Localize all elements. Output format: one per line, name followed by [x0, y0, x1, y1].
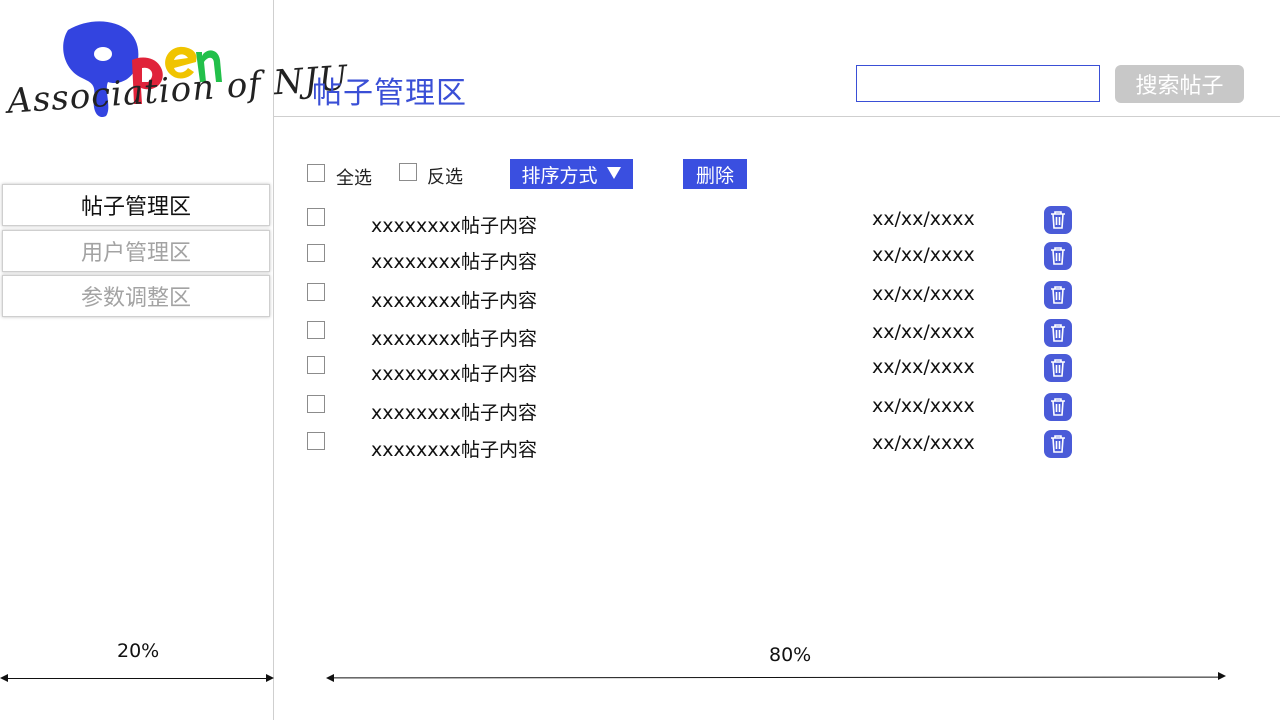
post-date: xx/xx/xxxx [872, 244, 975, 266]
post-date: xx/xx/xxxx [872, 283, 975, 305]
sort-label: 排序方式 [521, 164, 598, 187]
post-checkbox[interactable] [307, 244, 325, 262]
select-all-checkbox[interactable] [307, 164, 325, 182]
delete-button[interactable]: 删除 [683, 159, 747, 189]
post-date: xx/xx/xxxx [872, 432, 975, 454]
sidebar-item-label: 参数调整区 [80, 286, 191, 311]
invert-select-label: 反选 [427, 167, 463, 188]
post-content: xxxxxxxx帖子内容 [371, 402, 537, 424]
sidebar-width-label: 20% [117, 640, 160, 662]
trash-icon[interactable] [1044, 319, 1072, 347]
post-content: xxxxxxxx帖子内容 [371, 439, 537, 461]
header-divider [274, 116, 1280, 117]
sidebar-item-posts[interactable]: 帖子管理区 [2, 184, 270, 226]
post-row: xxxxxxxx帖子内容 xx/xx/xxxx [300, 242, 1100, 276]
sidebar-item-label: 用户管理区 [80, 241, 191, 266]
post-content: xxxxxxxx帖子内容 [371, 251, 537, 273]
sidebar-width-line [6, 678, 268, 679]
main-width-label: 80% [769, 644, 812, 666]
post-row: xxxxxxxx帖子内容 xx/xx/xxxx [300, 393, 1100, 427]
post-row: xxxxxxxx帖子内容 xx/xx/xxxx [300, 206, 1100, 240]
post-checkbox[interactable] [307, 208, 325, 226]
post-date: xx/xx/xxxx [872, 356, 975, 378]
post-row: xxxxxxxx帖子内容 xx/xx/xxxx [300, 281, 1100, 315]
post-content: xxxxxxxx帖子内容 [371, 215, 537, 237]
trash-icon[interactable] [1044, 281, 1072, 309]
post-checkbox[interactable] [307, 395, 325, 413]
page-title: 帖子管理区 [312, 76, 467, 111]
trash-icon[interactable] [1044, 354, 1072, 382]
sidebar-divider [273, 0, 274, 720]
main-width-line [331, 676, 1221, 679]
sidebar-item-label: 帖子管理区 [80, 195, 191, 220]
post-checkbox[interactable] [307, 283, 325, 301]
arrow-right-icon [266, 674, 274, 682]
search-button[interactable]: 搜索帖子 [1115, 65, 1244, 103]
post-checkbox[interactable] [307, 356, 325, 374]
sort-dropdown[interactable]: 排序方式 [510, 159, 633, 189]
search-input[interactable] [856, 65, 1100, 102]
invert-select-checkbox[interactable] [399, 163, 417, 181]
post-row: xxxxxxxx帖子内容 xx/xx/xxxx [300, 354, 1100, 388]
post-row: xxxxxxxx帖子内容 xx/xx/xxxx [300, 319, 1100, 353]
post-date: xx/xx/xxxx [872, 208, 975, 230]
post-date: xx/xx/xxxx [872, 321, 975, 343]
sidebar-item-params[interactable]: 参数调整区 [2, 275, 270, 317]
select-all-label: 全选 [336, 168, 372, 189]
caret-down-icon [606, 163, 622, 185]
post-date: xx/xx/xxxx [872, 395, 975, 417]
trash-icon[interactable] [1044, 393, 1072, 421]
post-row: xxxxxxxx帖子内容 xx/xx/xxxx [300, 430, 1100, 464]
trash-icon[interactable] [1044, 242, 1072, 270]
sidebar-item-users[interactable]: 用户管理区 [2, 230, 270, 272]
post-content: xxxxxxxx帖子内容 [371, 363, 537, 385]
sidebar: Association of NJU 帖子管理区 用户管理区 参数调整区 [0, 0, 350, 720]
trash-icon[interactable] [1044, 206, 1072, 234]
post-checkbox[interactable] [307, 321, 325, 339]
post-content: xxxxxxxx帖子内容 [371, 290, 537, 312]
post-checkbox[interactable] [307, 432, 325, 450]
post-content: xxxxxxxx帖子内容 [371, 328, 537, 350]
arrow-right-icon [1218, 672, 1226, 680]
trash-icon[interactable] [1044, 430, 1072, 458]
